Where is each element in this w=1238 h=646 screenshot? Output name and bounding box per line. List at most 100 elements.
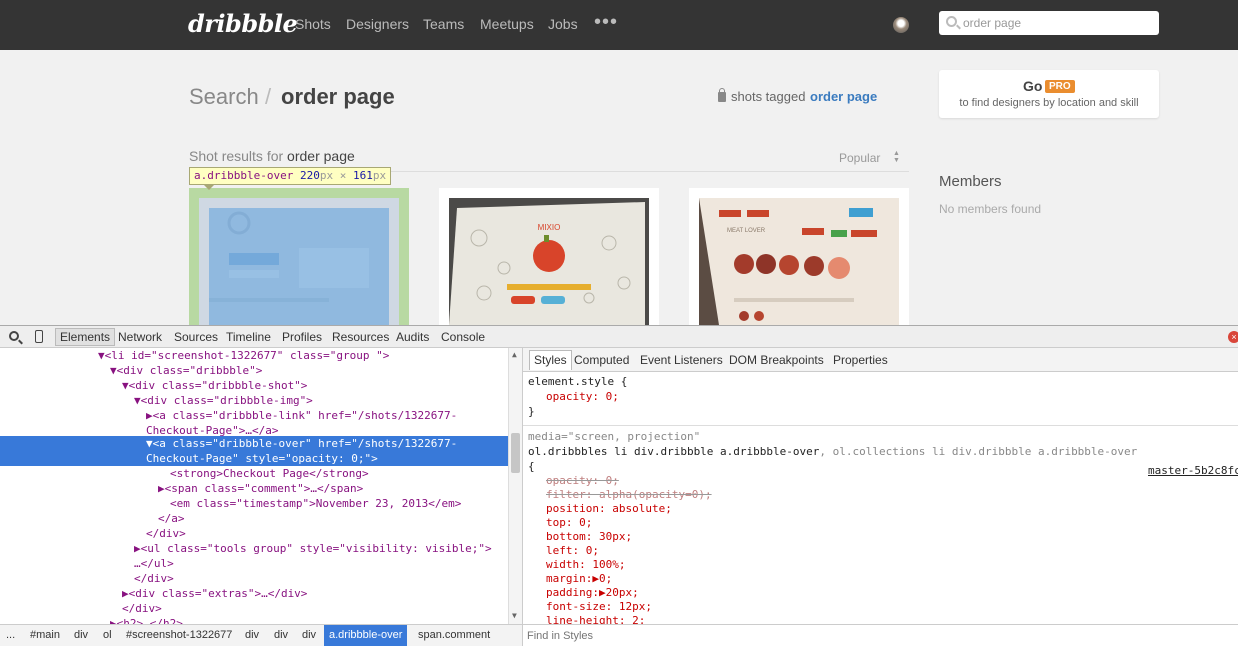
dom-node[interactable]: </div> bbox=[0, 601, 508, 616]
breadcrumb-item-selected[interactable]: a.dribbble-over bbox=[324, 625, 408, 646]
user-avatar[interactable] bbox=[893, 17, 909, 33]
tab-styles[interactable]: Styles bbox=[529, 350, 572, 370]
dom-scrollbar[interactable]: ▲ ▼ bbox=[508, 348, 522, 624]
css-declaration: margin:▶0; bbox=[546, 572, 613, 585]
nav-jobs[interactable]: Jobs bbox=[548, 16, 578, 32]
search-icon bbox=[946, 16, 957, 27]
shot-thumbnail[interactable]: MEAT LOVER bbox=[699, 198, 899, 325]
css-property[interactable]: width: 100%; bbox=[546, 558, 625, 572]
shot-card-checkout-page[interactable] bbox=[189, 188, 409, 325]
css-property[interactable]: bottom: 30px; bbox=[546, 530, 632, 544]
dom-node-selected[interactable]: Checkout-Page" style="opacity: 0;"> bbox=[0, 451, 508, 466]
rule-selector[interactable]: ol.dribbbles li div.dribbble a.dribbble-… bbox=[528, 445, 1137, 459]
shot-thumbnail[interactable]: MIXIO bbox=[449, 198, 649, 325]
css-declaration: padding:▶20px; bbox=[546, 586, 639, 599]
css-property[interactable]: font-size: 12px; bbox=[546, 600, 652, 614]
page-title-query: order page bbox=[281, 84, 395, 109]
stylesheet-link[interactable]: master-5b2c8fc bbox=[1148, 464, 1238, 477]
tab-sources[interactable]: Sources bbox=[174, 330, 218, 344]
dom-node-selected[interactable]: ▼<a class="dribbble-over" href="/shots/1… bbox=[0, 436, 508, 451]
element-breadcrumbs: ... #main div ol #screenshot-1322677 div… bbox=[0, 624, 522, 646]
shot-card-mixio[interactable]: MIXIO bbox=[439, 188, 659, 325]
nav-teams[interactable]: Teams bbox=[423, 16, 464, 32]
find-in-styles-bar bbox=[523, 624, 1238, 646]
css-property[interactable]: padding:▶20px; bbox=[546, 586, 639, 600]
dom-node[interactable]: ▶<span class="comment">…</span> bbox=[0, 481, 508, 496]
nav-meetups[interactable]: Meetups bbox=[480, 16, 534, 32]
breadcrumb-item[interactable]: div bbox=[274, 629, 288, 641]
search-input[interactable] bbox=[963, 14, 1153, 32]
css-declaration: opacity: 0; bbox=[546, 390, 619, 403]
dom-node[interactable]: ▶<a class="dribbble-link" href="/shots/1… bbox=[0, 408, 508, 423]
css-property-overridden[interactable]: filter: alpha(opacity=0); bbox=[546, 488, 712, 502]
dom-node[interactable]: ▼<li id="screenshot-1322677" class="grou… bbox=[0, 348, 508, 363]
tooltip-selector: a.dribbble-over bbox=[194, 169, 294, 182]
dom-node[interactable]: ▶<ul class="tools group" style="visibili… bbox=[0, 541, 508, 556]
css-declaration: left: 0; bbox=[546, 544, 599, 557]
breadcrumb-item[interactable]: #screenshot-1322677 bbox=[126, 629, 232, 641]
dom-node[interactable]: <strong>Checkout Page</strong> bbox=[0, 466, 508, 481]
close-brace: } bbox=[528, 405, 535, 418]
tab-profiles[interactable]: Profiles bbox=[282, 330, 322, 344]
tab-dom-breakpoints[interactable]: DOM Breakpoints bbox=[729, 353, 824, 367]
css-property[interactable]: top: 0; bbox=[546, 516, 592, 530]
nav-shots[interactable]: Shots bbox=[295, 16, 331, 32]
scroll-up-icon[interactable]: ▲ bbox=[512, 350, 517, 359]
shot-card-meat-lover[interactable]: MEAT LOVER bbox=[689, 188, 909, 325]
tab-computed[interactable]: Computed bbox=[574, 353, 629, 367]
css-property[interactable]: opacity: 0; bbox=[546, 390, 619, 404]
sort-dropdown[interactable]: Popular bbox=[839, 151, 880, 165]
tooltip-width: 220 bbox=[299, 169, 320, 182]
dom-node[interactable]: </div> bbox=[0, 526, 508, 541]
breadcrumb-item[interactable]: ... bbox=[6, 629, 15, 641]
dom-node[interactable]: ▼<div class="dribbble-img"> bbox=[0, 393, 508, 408]
css-property-overridden[interactable]: opacity: 0; bbox=[546, 474, 619, 488]
dom-node[interactable]: <em class="timestamp">November 23, 2013<… bbox=[0, 496, 508, 511]
breadcrumb-item[interactable]: span.comment bbox=[418, 629, 490, 641]
tab-timeline[interactable]: Timeline bbox=[226, 330, 271, 344]
dom-node[interactable]: ▶<h2>…</h2> bbox=[0, 616, 508, 624]
more-menu-icon[interactable]: ••• bbox=[594, 11, 618, 34]
find-in-styles-input[interactable] bbox=[527, 628, 1227, 644]
shot-title-text: MEAT LOVER bbox=[727, 228, 766, 234]
dom-node[interactable]: ▶<div class="extras">…</div> bbox=[0, 586, 508, 601]
css-declaration: opacity: 0; bbox=[546, 474, 619, 487]
inspect-search-icon[interactable] bbox=[9, 331, 19, 341]
dom-node[interactable]: ▼<div class="dribbble-shot"> bbox=[0, 378, 508, 393]
css-property[interactable]: margin:▶0; bbox=[546, 572, 612, 586]
breadcrumb-item[interactable]: ol bbox=[103, 629, 112, 641]
tab-resources[interactable]: Resources bbox=[332, 330, 389, 344]
css-property[interactable]: left: 0; bbox=[546, 544, 599, 558]
dom-node[interactable]: </a> bbox=[0, 511, 508, 526]
tab-properties[interactable]: Properties bbox=[833, 353, 888, 367]
tab-elements[interactable]: Elements bbox=[55, 328, 116, 346]
page-title-search[interactable]: Search bbox=[189, 84, 259, 110]
site-search[interactable] bbox=[939, 11, 1159, 35]
go-pro-card[interactable]: Go PRO to find designers by location and… bbox=[939, 70, 1159, 118]
dom-node[interactable]: …</ul> bbox=[0, 556, 508, 571]
scroll-down-icon[interactable]: ▼ bbox=[512, 611, 517, 620]
breadcrumb-item[interactable]: #main bbox=[30, 629, 60, 641]
tag-link[interactable]: order page bbox=[810, 89, 877, 104]
divider bbox=[523, 425, 1238, 426]
close-icon[interactable]: × bbox=[1228, 331, 1238, 343]
sort-arrows-icon[interactable]: ▲ ▼ bbox=[893, 150, 900, 164]
scrollbar-thumb[interactable] bbox=[511, 433, 520, 473]
breadcrumb-item[interactable]: div bbox=[302, 629, 316, 641]
breadcrumb-item[interactable]: div bbox=[245, 629, 259, 641]
tab-console[interactable]: Console bbox=[441, 330, 485, 344]
tab-audits[interactable]: Audits bbox=[396, 330, 429, 344]
lock-icon bbox=[718, 88, 726, 102]
breadcrumb-item[interactable]: div bbox=[74, 629, 88, 641]
tab-event-listeners[interactable]: Event Listeners bbox=[640, 353, 723, 367]
css-property[interactable]: position: absolute; bbox=[546, 502, 672, 516]
media-query-text: media="screen, projection" bbox=[528, 430, 701, 443]
tab-network[interactable]: Network bbox=[118, 330, 162, 344]
device-mode-icon[interactable] bbox=[35, 330, 43, 343]
dom-node[interactable]: ▼<div class="dribbble"> bbox=[0, 363, 508, 378]
nav-designers[interactable]: Designers bbox=[346, 16, 409, 32]
results-prefix: Shot results for bbox=[189, 148, 284, 164]
dom-node[interactable]: </div> bbox=[0, 571, 508, 586]
tag-prefix: shots tagged bbox=[731, 89, 806, 104]
dribbble-logo[interactable]: dribbble bbox=[188, 9, 298, 38]
